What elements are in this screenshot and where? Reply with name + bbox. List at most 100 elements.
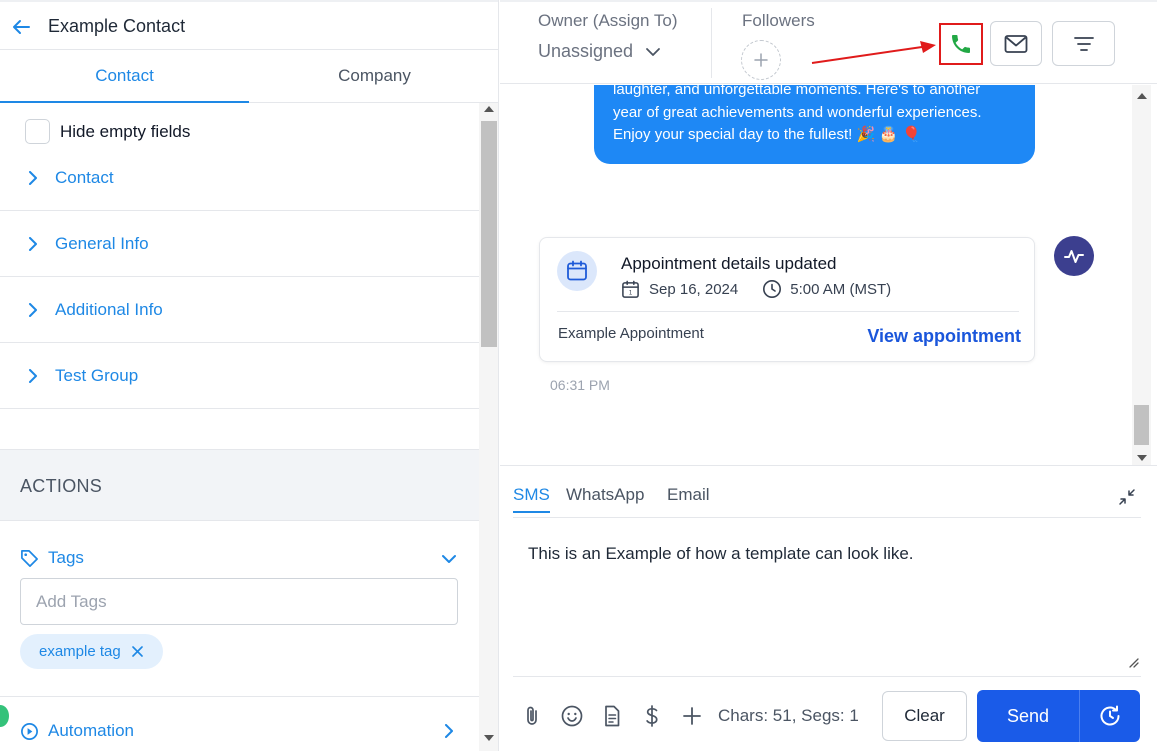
divider: [513, 676, 1141, 677]
svg-text:1: 1: [629, 290, 633, 296]
message-timestamp: 06:31 PM: [550, 377, 610, 393]
automation-icon: [20, 722, 39, 741]
chevron-right-icon: [26, 170, 40, 185]
conversation-scrollbar[interactable]: [1132, 85, 1151, 465]
contact-fields-scroll-area: Hide empty fields Contact General Info A…: [0, 103, 498, 751]
hide-empty-fields-label: Hide empty fields: [60, 121, 191, 141]
owner-select[interactable]: Unassigned: [538, 41, 661, 62]
tab-sms[interactable]: SMS: [513, 485, 550, 513]
owner-label: Owner (Assign To): [538, 11, 678, 30]
scroll-down-arrow-icon[interactable]: [484, 735, 494, 741]
paperclip-icon[interactable]: [520, 704, 544, 728]
section-label: General Info: [55, 233, 149, 253]
scroll-up-arrow-icon[interactable]: [1137, 93, 1147, 99]
clear-button[interactable]: Clear: [882, 691, 967, 741]
chevron-down-icon[interactable]: [442, 552, 456, 566]
message-line: laughter, and unforgettable moments. Her…: [613, 85, 981, 98]
section-additional-info[interactable]: Additional Info: [0, 277, 479, 343]
add-follower-button[interactable]: [741, 40, 781, 80]
contact-tabs: Contact Company: [0, 51, 498, 103]
scroll-down-arrow-icon[interactable]: [1137, 455, 1147, 461]
actions-header-label: ACTIONS: [20, 476, 103, 496]
tab-whatsapp[interactable]: WhatsApp: [566, 485, 644, 505]
activity-time: 5:00 AM (MST): [790, 280, 892, 298]
envelope-icon: [1004, 34, 1028, 54]
remove-tag-icon[interactable]: [131, 646, 143, 657]
email-button[interactable]: [990, 21, 1042, 66]
chevron-right-icon: [26, 236, 40, 251]
tags-label: Tags: [48, 548, 84, 567]
followers-label: Followers: [742, 11, 815, 30]
filter-icon: [1073, 35, 1095, 53]
left-scrollbar[interactable]: [479, 103, 498, 751]
conversation-header: Owner (Assign To) Unassigned Followers: [500, 0, 1157, 84]
activity-pulse-icon: [1054, 236, 1094, 276]
tab-company[interactable]: Company: [250, 51, 498, 103]
tags-section-toggle[interactable]: Tags: [20, 546, 460, 570]
tag-icon: [20, 549, 39, 568]
appointment-activity-card: Appointment details updated 1 Sep 16, 20…: [539, 237, 1035, 362]
section-general-info[interactable]: General Info: [0, 211, 479, 277]
tab-email[interactable]: Email: [667, 485, 710, 505]
actions-header: ACTIONS: [0, 449, 479, 521]
automation-label: Automation: [48, 721, 134, 740]
collapse-arrows-icon[interactable]: [1118, 488, 1136, 506]
add-tags-input[interactable]: [20, 578, 458, 625]
tag-chip: example tag: [20, 634, 163, 669]
message-line: Enjoy your special day to the fullest! 🎉…: [613, 126, 921, 143]
call-button[interactable]: [939, 23, 983, 65]
message-composer: SMS WhatsApp Email This is an Example of…: [500, 465, 1157, 751]
activity-title: Appointment details updated: [621, 254, 837, 273]
chevron-right-icon: [26, 368, 40, 383]
divider: [0, 696, 479, 697]
owner-value: Unassigned: [538, 41, 634, 61]
contact-name: Example Contact: [48, 16, 186, 36]
send-button[interactable]: Send: [977, 690, 1080, 742]
chevron-down-icon: [645, 44, 661, 60]
document-template-icon[interactable]: [600, 704, 624, 728]
back-arrow-icon[interactable]: [10, 16, 32, 38]
section-contact[interactable]: Contact: [0, 145, 479, 211]
clock-icon: [762, 279, 782, 299]
scroll-up-arrow-icon[interactable]: [484, 106, 494, 112]
plus-icon[interactable]: [680, 704, 704, 728]
scrollbar-thumb[interactable]: [1134, 405, 1149, 445]
message-textarea[interactable]: This is an Example of how a template can…: [528, 544, 1118, 564]
calendar-icon: [557, 251, 597, 291]
send-button-group: Send: [977, 690, 1140, 742]
activity-date: Sep 16, 2024: [649, 280, 739, 298]
contact-header: Example Contact: [0, 0, 498, 50]
tab-contact[interactable]: Contact: [0, 51, 249, 103]
contact-details-panel: Example Contact Contact Company Hide emp…: [0, 0, 499, 751]
view-appointment-link[interactable]: View appointment: [867, 326, 1021, 347]
date-calendar-icon: 1: [621, 280, 640, 299]
divider: [513, 517, 1141, 518]
annotation-arrow-icon: [811, 41, 936, 64]
activity-datetime: 1 Sep 16, 2024 5:00 AM (MST): [621, 279, 891, 299]
emoji-icon[interactable]: [560, 704, 584, 728]
divider: [557, 311, 1019, 312]
section-label: Contact: [55, 167, 114, 187]
outgoing-message-bubble: laughter, and unforgettable moments. Her…: [594, 85, 1035, 164]
phone-icon: [949, 32, 973, 56]
schedule-send-button[interactable]: [1080, 690, 1140, 742]
appointment-name: Example Appointment: [558, 325, 704, 342]
scrollbar-thumb[interactable]: [481, 121, 497, 347]
conversation-thread: laughter, and unforgettable moments. Her…: [500, 85, 1157, 465]
hide-empty-fields-toggle[interactable]: Hide empty fields: [25, 119, 190, 144]
dollar-icon[interactable]: [640, 704, 664, 728]
section-label: Test Group: [55, 365, 139, 385]
hide-empty-fields-checkbox[interactable]: [25, 119, 50, 144]
message-line: year of great achievements and wonderful…: [613, 103, 982, 121]
divider: [711, 8, 712, 78]
online-status-dot: [0, 705, 9, 727]
conversation-panel: Owner (Assign To) Unassigned Followers l…: [500, 0, 1157, 751]
automation-section-toggle[interactable]: Automation: [20, 719, 460, 743]
filter-button[interactable]: [1052, 21, 1115, 66]
chevron-right-icon: [26, 302, 40, 317]
tag-chip-label: example tag: [39, 643, 121, 660]
chevron-right-icon[interactable]: [442, 724, 456, 738]
section-test-group[interactable]: Test Group: [0, 343, 479, 409]
section-label: Additional Info: [55, 299, 163, 319]
resize-handle-icon[interactable]: [1127, 656, 1139, 668]
